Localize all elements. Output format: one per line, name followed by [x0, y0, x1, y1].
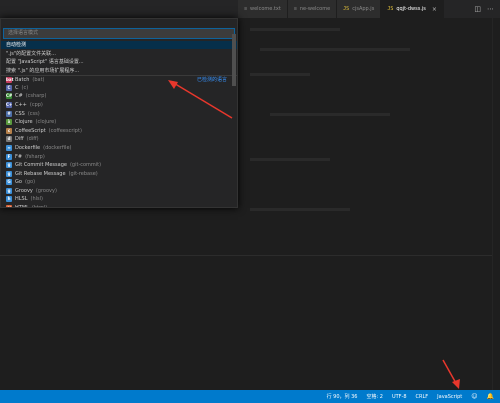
notifications-icon[interactable]: 🔔: [487, 393, 494, 400]
end-of-line[interactable]: CRLF: [416, 394, 429, 400]
status-right: 行 90，列 36 空格: 2 UTF-8 CRLF JavaScript ☺ …: [327, 393, 500, 400]
language-mode[interactable]: JavaScript: [437, 394, 462, 400]
arrow-head-picker: [168, 80, 178, 89]
annotation-arrows: [168, 80, 460, 389]
cursor-position[interactable]: 行 90，列 36: [327, 393, 358, 400]
encoding[interactable]: UTF-8: [392, 394, 407, 400]
arrow-head-language: [452, 379, 460, 389]
status-bar: 行 90，列 36 空格: 2 UTF-8 CRLF JavaScript ☺ …: [0, 390, 500, 403]
feedback-icon[interactable]: ☺: [471, 393, 477, 400]
indentation[interactable]: 空格: 2: [366, 393, 382, 400]
arrow-to-picker: [171, 81, 233, 119]
